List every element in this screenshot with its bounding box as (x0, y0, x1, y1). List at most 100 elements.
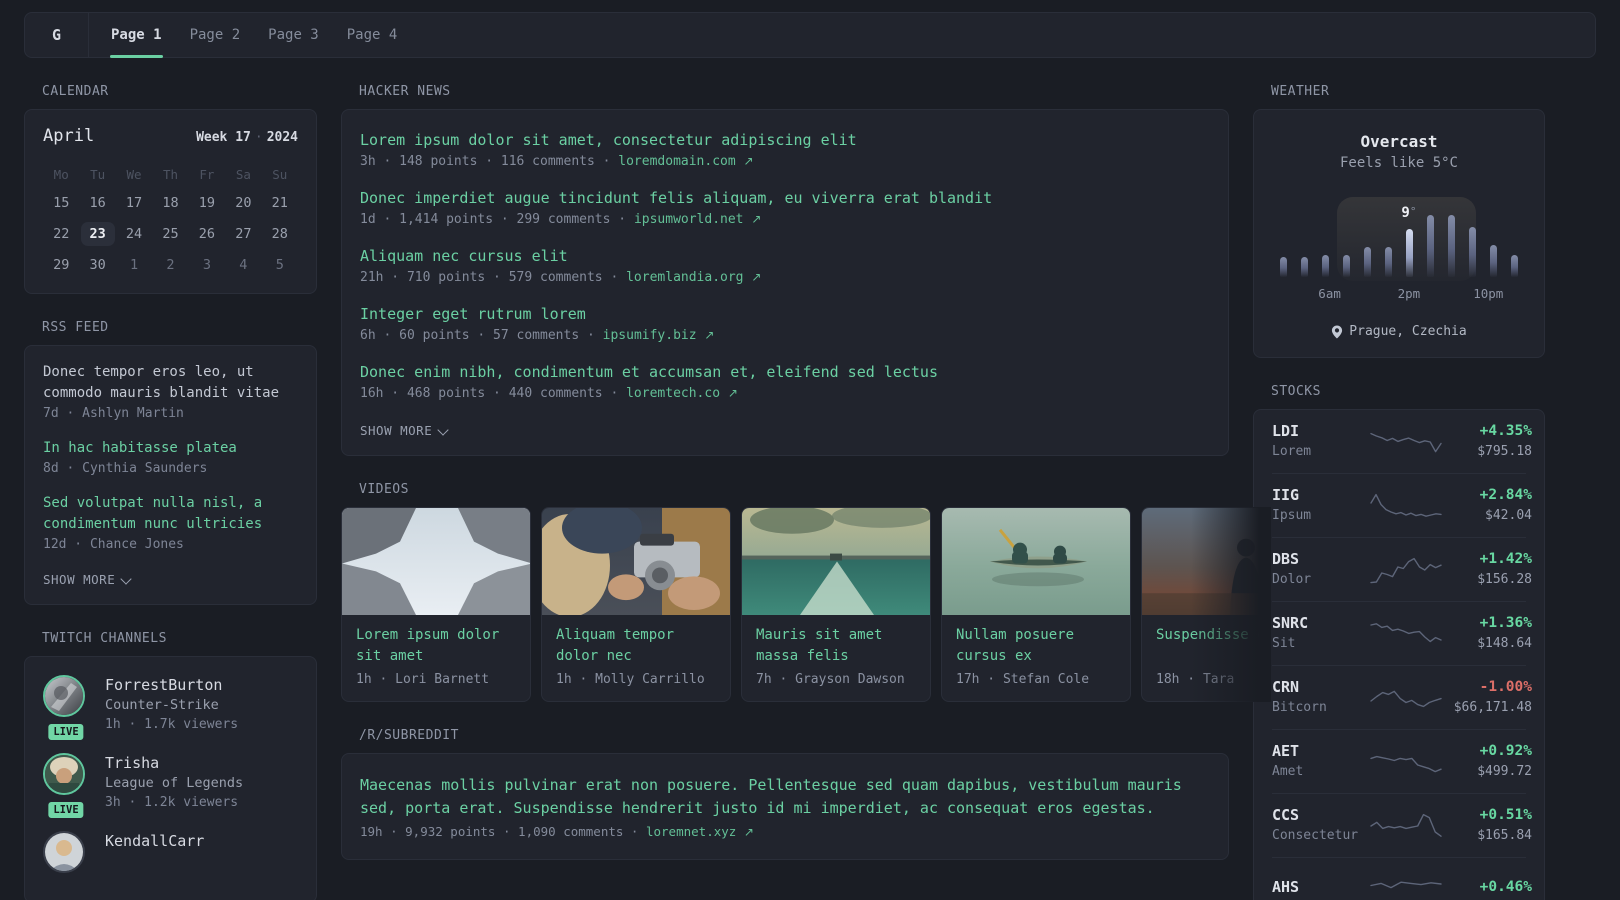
calendar-day: 27 (235, 225, 252, 242)
tab-page-3[interactable]: Page 3 (254, 13, 333, 57)
hn-story-domain[interactable]: loremtech.co (626, 386, 720, 401)
stock-symbol[interactable]: IIG (1272, 485, 1368, 506)
app-logo[interactable]: G (25, 13, 89, 57)
stock-name: Amet (1272, 764, 1304, 779)
calendar-day: 21 (271, 194, 288, 211)
video-card[interactable]: Lorem ipsum dolor sit amet consectetu… 1… (341, 507, 531, 702)
video-card[interactable]: Aliquam tempor dolor nec pharetra… 1h · … (541, 507, 731, 702)
stock-row[interactable]: IIG Ipsum +2.84% $42.04 (1272, 473, 1532, 537)
weather-widget: Overcast Feels like 5°C 9° 6am 2pm 10pm Pr… (1253, 109, 1545, 358)
dow-su: Su (272, 166, 288, 182)
show-more-label: SHOW MORE (43, 572, 116, 587)
rss-show-more-button[interactable]: SHOW MORE (43, 572, 131, 587)
current-temperature-label: 9° (1401, 205, 1416, 221)
stock-price: $42.04 (1485, 508, 1532, 523)
weather-bars (1280, 211, 1518, 277)
hn-story-title[interactable]: Aliquam nec cursus elit (360, 246, 1210, 267)
video-thumbnail-person-in-misty-field[interactable] (1142, 508, 1271, 615)
hn-story-meta: 16h · 468 points · 440 comments · loremt… (360, 386, 1210, 401)
calendar-grid: Mo Tu We Th Fr Sa Su 15 16 17 18 19 20 2… (43, 162, 298, 279)
hn-story-title[interactable]: Donec imperdiet augue tincidunt felis al… (360, 188, 1210, 209)
calendar-section-title: CALENDAR (42, 84, 109, 99)
stock-row[interactable]: CCS Consectetur +0.51% $165.84 (1272, 793, 1532, 857)
hackernews-widget: Lorem ipsum dolor sit amet, consectetur … (341, 109, 1229, 456)
channel-viewers: 3h · 1.2k viewers (105, 795, 239, 810)
stock-symbol[interactable]: LDI (1272, 421, 1368, 442)
hn-story-meta: 3h · 148 points · 116 comments · loremdo… (360, 154, 1210, 169)
calendar-day: 26 (198, 225, 216, 242)
stock-symbol[interactable]: SNRC (1272, 613, 1368, 634)
tab-page-1[interactable]: Page 1 (97, 13, 176, 58)
video-title[interactable]: Aliquam tempor dolor nec pharetra… (556, 625, 716, 667)
hn-story-title[interactable]: Donec enim nibh, condimentum et accumsan… (360, 362, 1210, 383)
video-thumbnail-canoe-on-foggy-lake[interactable] (942, 508, 1130, 615)
hackernews-section-title: HACKER NEWS (359, 84, 451, 99)
video-title[interactable]: Nullam posuere cursus ex (956, 625, 1116, 667)
hn-story-domain[interactable]: ipsumify.biz (603, 328, 697, 343)
external-link-icon: ↗ (743, 154, 754, 168)
video-thumbnail-concrete-pillars-sky[interactable] (342, 508, 530, 615)
calendar-day-selected: 23 (79, 219, 115, 248)
twitch-channel-row[interactable]: LIVE Trisha League of Legends 3h · 1.2k … (43, 753, 298, 820)
stock-symbol[interactable]: CCS (1272, 805, 1368, 826)
hn-story-title[interactable]: Integer eget rutrum lorem (360, 304, 1210, 325)
video-title[interactable]: Lorem ipsum dolor sit amet consectetu… (356, 625, 516, 667)
stock-symbol[interactable]: AET (1272, 741, 1368, 762)
hn-story-domain[interactable]: ipsumworld.net (634, 212, 744, 227)
video-card[interactable]: Mauris sit amet massa felis 7h · Grayson… (741, 507, 931, 702)
stock-row[interactable]: AET Amet +0.92% $499.72 (1272, 729, 1532, 793)
channel-avatar[interactable] (43, 831, 85, 873)
stock-row[interactable]: AHS +0.46% (1272, 857, 1532, 900)
tab-page-4[interactable]: Page 4 (333, 13, 412, 57)
video-title[interactable]: Suspendisse diam (1156, 625, 1271, 667)
hn-story-domain[interactable]: loremlandia.org (626, 270, 743, 285)
hn-story-domain[interactable]: loremdomain.com (618, 154, 735, 169)
hn-show-more-button[interactable]: SHOW MORE (360, 423, 448, 438)
weather-feels-like: Feels like 5°C (1339, 155, 1458, 171)
stock-price: $156.28 (1477, 572, 1532, 587)
stock-row[interactable]: CRN Bitcorn -1.00% $66,171.48 (1272, 665, 1532, 729)
post-domain[interactable]: loremnet.xyz (646, 824, 736, 839)
calendar-day: 17 (125, 194, 143, 211)
dow-mo: Mo (53, 166, 69, 182)
external-link-icon: ↗ (751, 270, 762, 284)
post-title[interactable]: Maecenas mollis pulvinar erat non posuer… (360, 774, 1210, 820)
twitch-section-title: TWITCH CHANNELS (42, 631, 167, 646)
stock-sparkline (1368, 744, 1444, 780)
location-text: Prague, Czechia (1349, 324, 1467, 339)
stock-row[interactable]: LDI Lorem +4.35% $795.18 (1272, 410, 1532, 473)
tab-page-2[interactable]: Page 2 (176, 13, 255, 57)
twitch-channel-row[interactable]: KendallCarr (43, 831, 298, 873)
external-link-icon: ↗ (751, 212, 762, 226)
video-title[interactable]: Mauris sit amet massa felis (756, 625, 916, 667)
stock-price: $66,171.48 (1453, 700, 1532, 715)
stock-symbol[interactable]: DBS (1272, 549, 1368, 570)
stock-symbol[interactable]: AHS (1272, 877, 1368, 898)
channel-avatar[interactable] (43, 675, 85, 717)
rss-item-title[interactable]: In hac habitasse platea (43, 438, 298, 459)
stock-row[interactable]: SNRC Sit +1.36% $148.64 (1272, 601, 1532, 665)
stock-sparkline (1368, 616, 1444, 652)
channel-name[interactable]: Trisha (105, 753, 243, 773)
channel-name[interactable]: ForrestBurton (105, 675, 238, 695)
rss-item-title[interactable]: Donec tempor eros leo, ut commodo mauris… (43, 362, 298, 404)
channel-game[interactable]: Counter-Strike (105, 695, 238, 715)
channel-game[interactable]: League of Legends (105, 773, 243, 793)
rss-item-title[interactable]: Sed volutpat nulla nisl, a condimentum n… (43, 493, 298, 535)
video-thumbnail-hands-holding-camera[interactable] (542, 508, 730, 615)
twitch-channel-row[interactable]: LIVE ForrestBurton Counter-Strike 1h · 1… (43, 675, 298, 742)
stock-change: +0.46% (1479, 878, 1532, 895)
location-pin-icon (1332, 325, 1343, 338)
video-card[interactable]: Suspendisse diam 18h · Tara (1141, 507, 1271, 702)
channel-name[interactable]: KendallCarr (105, 831, 204, 851)
stock-row[interactable]: DBS Dolor +1.42% $156.28 (1272, 537, 1532, 601)
stock-symbol[interactable]: CRN (1272, 677, 1368, 698)
stock-change: +2.84% (1479, 487, 1532, 503)
calendar-day: 25 (162, 225, 179, 242)
stock-sparkline (1368, 488, 1444, 524)
hn-story-title[interactable]: Lorem ipsum dolor sit amet, consectetur … (360, 130, 1210, 151)
video-card[interactable]: Nullam posuere cursus ex 17h · Stefan Co… (941, 507, 1131, 702)
channel-avatar[interactable] (43, 753, 85, 795)
video-thumbnail-boat-wake-on-sea[interactable] (742, 508, 930, 615)
videos-carousel: Lorem ipsum dolor sit amet consectetu… 1… (341, 507, 1271, 702)
